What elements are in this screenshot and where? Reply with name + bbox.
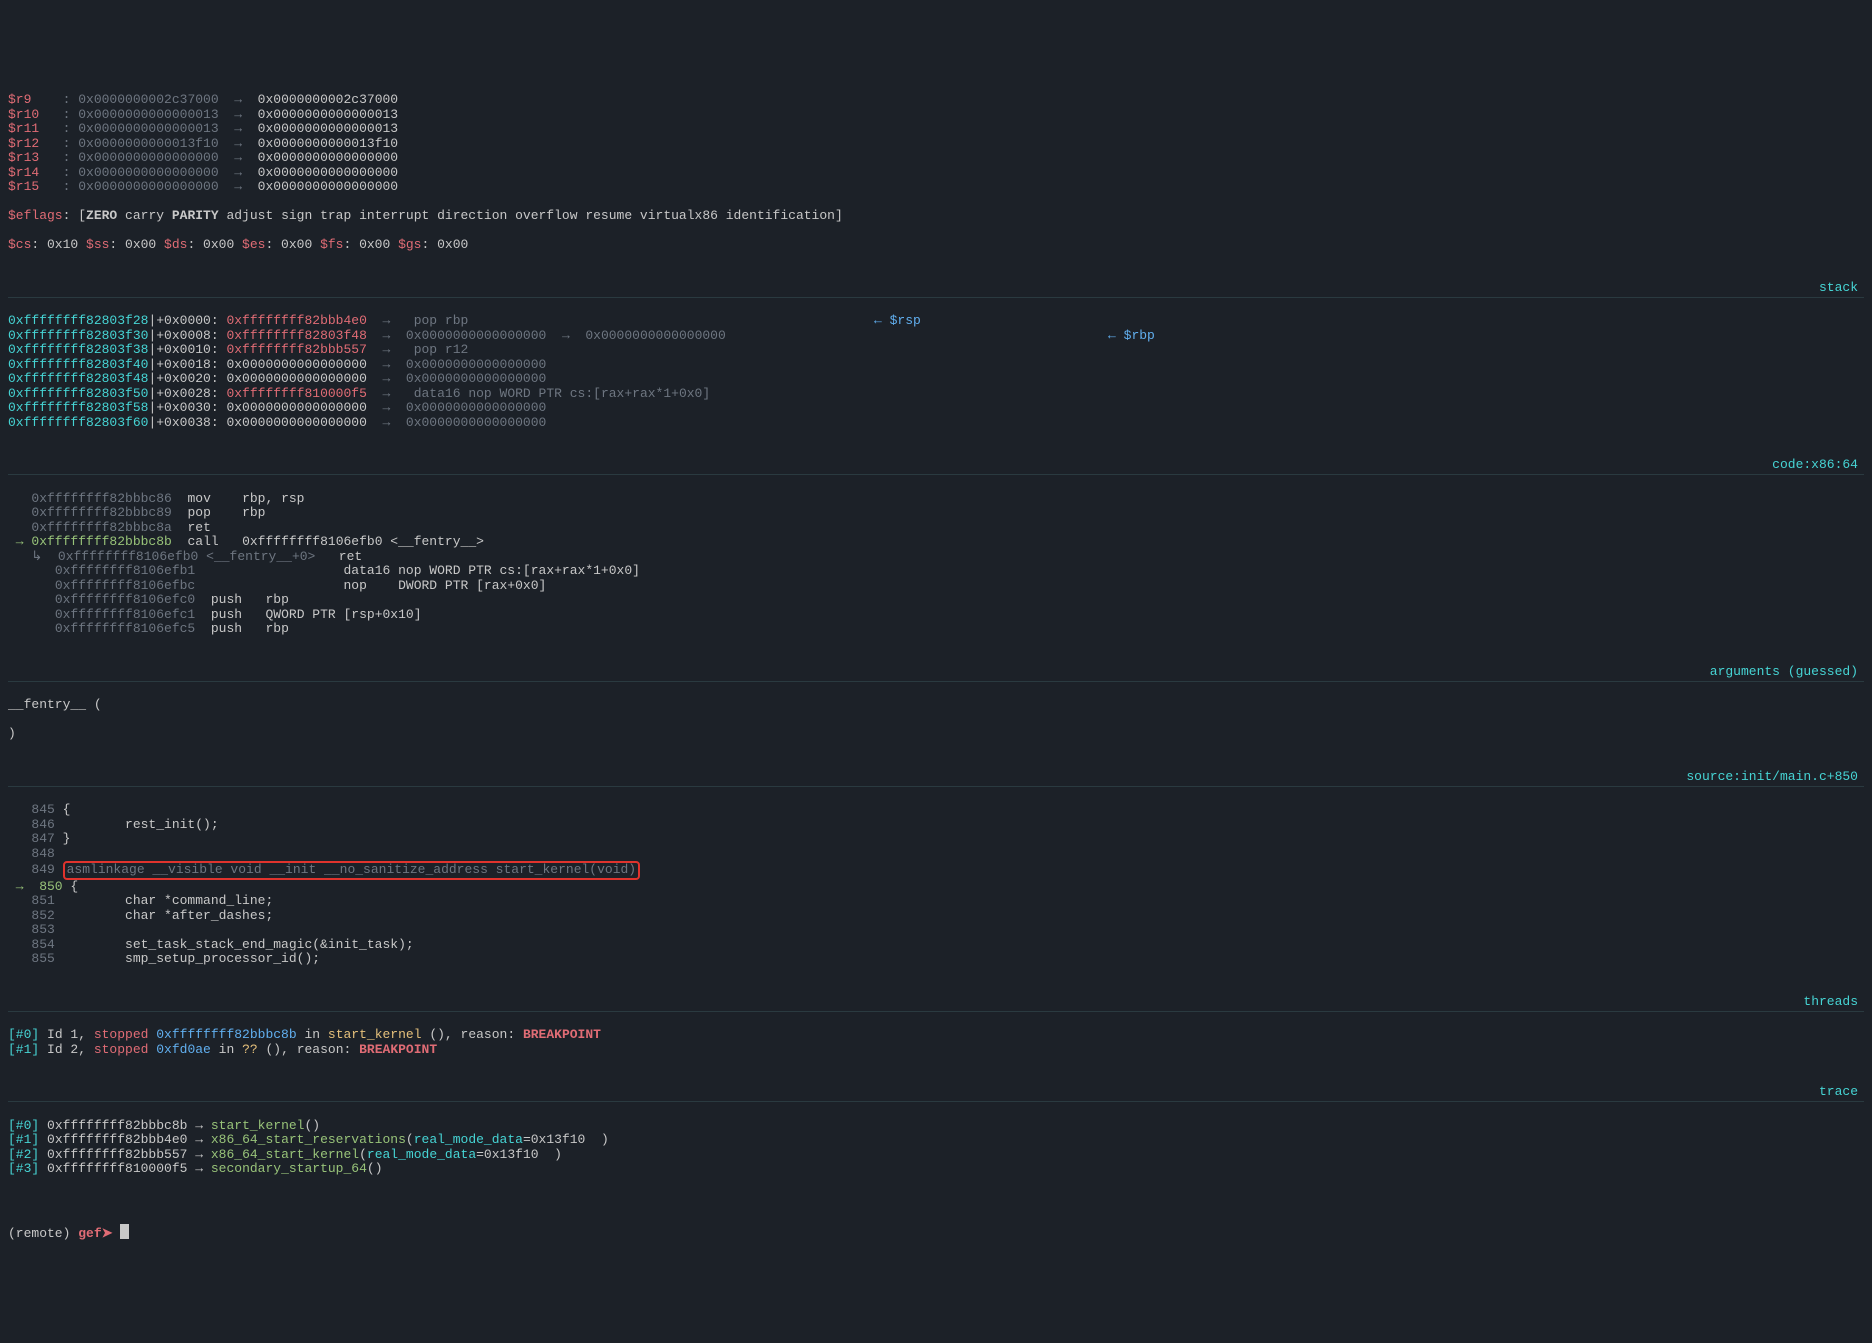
thread-row: [#0] Id 1, stopped 0xffffffff82bbbc8b in… — [8, 1028, 1864, 1043]
trace-row: [#2] 0xffffffff82bbb557 → x86_64_start_k… — [8, 1148, 1864, 1163]
source-row: 854 set_task_stack_end_magic(&init_task)… — [8, 938, 1864, 953]
prompt-line[interactable]: (remote) gef➤ — [8, 1224, 1864, 1242]
stack-row: 0xffffffff82803f30|+0x0008: 0xffffffff82… — [8, 329, 1864, 344]
stack-row: 0xffffffff82803f60|+0x0038: 0x0000000000… — [8, 416, 1864, 431]
register-row: $r11 : 0x0000000000000013 → 0x0000000000… — [8, 122, 1864, 137]
source-row: 851 char *command_line; — [8, 894, 1864, 909]
code-row: 0xffffffff8106efbc nop DWORD PTR [rax+0x… — [8, 579, 1864, 594]
register-row: $r9 : 0x0000000002c37000 → 0x0000000002c… — [8, 93, 1864, 108]
source-row: 855 smp_setup_processor_id(); — [8, 952, 1864, 967]
stack-row: 0xffffffff82803f28|+0x0000: 0xffffffff82… — [8, 314, 1864, 329]
source-row: 846 rest_init(); — [8, 818, 1864, 833]
code-row: 0xffffffff82bbbc8a ret — [8, 521, 1864, 536]
stack-row: 0xffffffff82803f38|+0x0010: 0xffffffff82… — [8, 343, 1864, 358]
source-row: 847 } — [8, 832, 1864, 847]
thread-row: [#1] Id 2, stopped 0xfd0ae in ?? (), rea… — [8, 1043, 1864, 1058]
section-source: source:init/main.c+850 — [8, 773, 1864, 787]
code-row: 0xffffffff8106efc1 push QWORD PTR [rsp+0… — [8, 608, 1864, 623]
register-row: $r14 : 0x0000000000000000 → 0x0000000000… — [8, 166, 1864, 181]
code-row: 0xffffffff82bbbc89 pop rbp — [8, 506, 1864, 521]
register-row: $r12 : 0x0000000000013f10 → 0x0000000000… — [8, 137, 1864, 152]
code-row: → 0xffffffff82bbbc8b call 0xffffffff8106… — [8, 535, 1864, 550]
register-row: $r15 : 0x0000000000000000 → 0x0000000000… — [8, 180, 1864, 195]
code-row: 0xffffffff8106efc5 push rbp — [8, 622, 1864, 637]
stack-row: 0xffffffff82803f50|+0x0028: 0xffffffff81… — [8, 387, 1864, 402]
source-row: 848 — [8, 847, 1864, 862]
source-row: 852 char *after_dashes; — [8, 909, 1864, 924]
stack-row: 0xffffffff82803f58|+0x0030: 0x0000000000… — [8, 401, 1864, 416]
arg-close: ) — [8, 726, 16, 741]
section-trace: trace — [8, 1088, 1864, 1102]
stack-row: 0xffffffff82803f48|+0x0020: 0x0000000000… — [8, 372, 1864, 387]
arg-fn: __fentry__ ( — [8, 697, 102, 712]
code-row: 0xffffffff8106efc0 push rbp — [8, 593, 1864, 608]
stack-row: 0xffffffff82803f40|+0x0018: 0x0000000000… — [8, 358, 1864, 373]
section-threads: threads — [8, 998, 1864, 1012]
source-row: 853 — [8, 923, 1864, 938]
source-row: 845 { — [8, 803, 1864, 818]
segment-regs: $cs: 0x10 $ss: 0x00 $ds: 0x00 $es: 0x00 … — [8, 238, 1864, 253]
section-args: arguments (guessed) — [8, 668, 1864, 682]
code-row: ↳ 0xffffffff8106efb0 <__fentry__+0> ret — [8, 550, 1864, 565]
eflags-row: $eflags: [ZERO carry PARITY adjust sign … — [8, 209, 1864, 224]
register-row: $r10 : 0x0000000000000013 → 0x0000000000… — [8, 108, 1864, 123]
section-code: code:x86:64 — [8, 461, 1864, 475]
code-row: 0xffffffff8106efb1 data16 nop WORD PTR c… — [8, 564, 1864, 579]
source-row: → 850 { — [8, 880, 1864, 895]
code-row: 0xffffffff82bbbc86 mov rbp, rsp — [8, 492, 1864, 507]
section-stack: stack — [8, 284, 1864, 298]
gef-output: $r9 : 0x0000000002c37000 → 0x0000000002c… — [0, 58, 1872, 1271]
source-row: 849 asmlinkage __visible void __init __n… — [8, 861, 1864, 880]
cursor — [120, 1224, 129, 1239]
trace-row: [#0] 0xffffffff82bbbc8b → start_kernel() — [8, 1119, 1864, 1134]
trace-row: [#3] 0xffffffff810000f5 → secondary_star… — [8, 1162, 1864, 1177]
register-row: $r13 : 0x0000000000000000 → 0x0000000000… — [8, 151, 1864, 166]
trace-row: [#1] 0xffffffff82bbb4e0 → x86_64_start_r… — [8, 1133, 1864, 1148]
